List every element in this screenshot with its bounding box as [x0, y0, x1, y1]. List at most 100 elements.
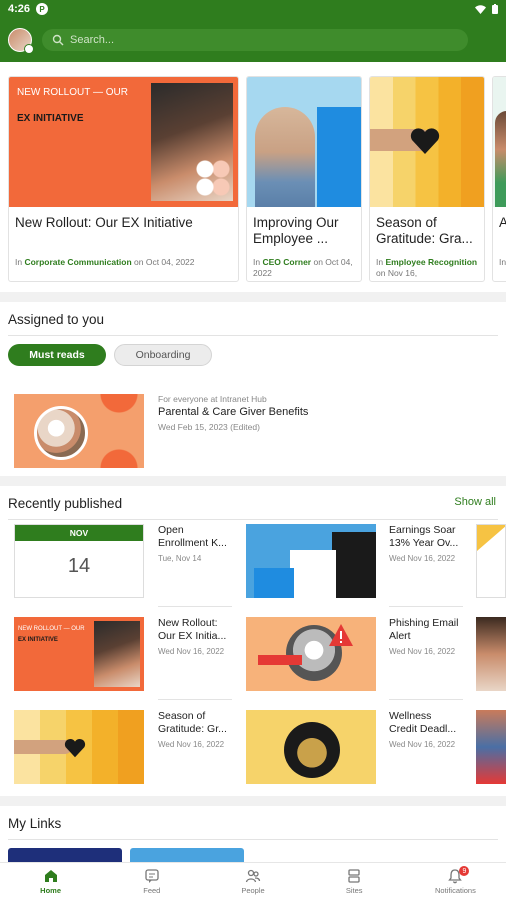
category-link[interactable]: CEO Corner [262, 257, 311, 267]
recent-item-thumbnail[interactable] [246, 524, 376, 598]
recent-item-title: Open Enrollment K... [158, 524, 227, 549]
status-bar: 4:26 P [0, 0, 506, 18]
featured-card-title: Season of Gratitude: Gra... [376, 215, 473, 246]
recent-item-text[interactable]: Wellness Credit Deadl... Wed Nov 16, 202… [389, 710, 461, 749]
recent-item-thumbnail[interactable] [246, 710, 376, 784]
featured-card-image [247, 77, 361, 207]
section-title: Assigned to you [8, 312, 105, 327]
featured-card[interactable]: NEW ROLLOUT — OUR EX INITIATIVE New Roll… [8, 76, 239, 282]
bottom-navigation: Home Feed People Sites 9 Notifications [0, 862, 506, 900]
recent-item-date: Wed Nov 16, 2022 [389, 554, 456, 563]
section-title: Recently published [8, 496, 123, 511]
chip-must-reads[interactable]: Must reads [8, 344, 106, 366]
recent-item-title: New Rollout: Our EX Initia... [158, 617, 227, 642]
divider [158, 699, 232, 700]
password-field-graphic [258, 655, 302, 665]
recent-item-thumbnail[interactable]: NEW ROLLOUT — OUR EX INITIATIVE [14, 617, 144, 691]
divider [389, 606, 463, 607]
my-links-section: My Links [0, 806, 506, 862]
calendar-month: NOV [15, 525, 143, 541]
section-title: My Links [8, 816, 62, 831]
meta-prefix: In [499, 257, 506, 267]
divider [389, 699, 463, 700]
warning-icon [329, 624, 353, 646]
link-card[interactable] [130, 848, 244, 862]
image-caption-line-1: NEW ROLLOUT — OUR [17, 87, 128, 98]
link-card[interactable] [8, 848, 122, 862]
recent-item-thumbnail[interactable] [476, 710, 506, 784]
calendar-day: 14 [67, 555, 91, 577]
blue-block [317, 107, 361, 207]
nav-label: Feed [143, 886, 161, 895]
featured-card-title: Improving Our Employee ... [253, 215, 339, 246]
featured-card-meta: In [493, 253, 506, 268]
photo-person [495, 111, 506, 207]
featured-card-title: A M [493, 207, 506, 253]
recent-item-thumbnail[interactable] [14, 710, 144, 784]
wifi-icon [475, 4, 486, 14]
heart-icon [64, 738, 86, 758]
featured-card-meta: In Employee Recognition on Nov 16, [370, 253, 484, 279]
app-header: Search... [0, 18, 506, 62]
image-caption-line-2: EX INITIATIVE [17, 113, 84, 124]
assigned-item-date: Wed Feb 15, 2023 (Edited) [158, 422, 260, 432]
recently-published-section: Recently published Show all NOV 14 Open … [0, 486, 506, 796]
recent-item-date: Tue, Nov 14 [158, 554, 202, 563]
recent-item-text[interactable]: Open Enrollment K... Tue, Nov 14 [158, 524, 230, 563]
photo-coin-hand [284, 722, 340, 778]
search-input[interactable]: Search... [42, 29, 468, 51]
recent-item-title: Season of Gratitude: Gr... [158, 710, 227, 735]
recent-item-thumbnail[interactable] [246, 617, 376, 691]
user-avatar[interactable] [8, 28, 34, 54]
recent-item-title: Wellness Credit Deadl... [389, 710, 457, 735]
decor-orange-shapes [94, 394, 144, 468]
feed-icon [145, 869, 159, 883]
photo-woman-laughing [94, 621, 140, 687]
chip-onboarding[interactable]: Onboarding [114, 344, 212, 366]
recent-item-text[interactable]: New Rollout: Our EX Initia... Wed Nov 16… [158, 617, 230, 656]
assigned-item-text[interactable]: For everyone at Intranet Hub Parental & … [158, 394, 308, 432]
nav-home[interactable]: Home [0, 863, 101, 900]
featured-carousel[interactable]: NEW ROLLOUT — OUR EX INITIATIVE New Roll… [0, 62, 506, 292]
recent-item-title: Earnings Soar 13% Year Ov... [389, 524, 459, 549]
recent-item-date: Wed Nov 16, 2022 [389, 647, 456, 656]
assigned-item-title: Parental & Care Giver Benefits [158, 406, 309, 418]
category-link[interactable]: Employee Recognition [385, 257, 477, 267]
featured-card[interactable]: Season of Gratitude: Gra... In Employee … [369, 76, 485, 282]
nav-feed[interactable]: Feed [101, 863, 202, 900]
divider [8, 519, 498, 520]
featured-card-image [493, 77, 506, 207]
meta-suffix: on Nov 16, [376, 268, 418, 278]
thumb-caption-line-2: EX INITIATIVE [18, 637, 58, 643]
battery-icon [492, 4, 498, 14]
divider [158, 606, 232, 607]
recent-item-title: Phishing Email Alert [389, 617, 459, 642]
nav-notifications[interactable]: 9 Notifications [405, 863, 506, 900]
status-app-badge: P [36, 3, 49, 15]
recent-item-text[interactable]: Phishing Email Alert Wed Nov 16, 2022 [389, 617, 461, 656]
show-all-link[interactable]: Show all [454, 496, 496, 508]
nav-sites[interactable]: Sites [304, 863, 405, 900]
recent-item-thumbnail[interactable] [476, 524, 506, 598]
recent-item-text[interactable]: Season of Gratitude: Gr... Wed Nov 16, 2… [158, 710, 230, 749]
decor-white-block [290, 550, 336, 598]
recent-item-text[interactable]: Earnings Soar 13% Year Ov... Wed Nov 16,… [389, 524, 461, 563]
decor-blue-block [254, 568, 294, 598]
featured-card-title: New Rollout: Our EX Initiative [15, 215, 193, 230]
nav-label: Notifications [434, 886, 476, 895]
calendar-thumbnail[interactable]: NOV 14 [14, 524, 144, 598]
assigned-item-image[interactable] [14, 394, 144, 468]
assigned-section: Assigned to you Must reads Onboarding Fo… [0, 302, 506, 476]
recent-item-date: Wed Nov 16, 2022 [158, 740, 225, 749]
featured-card[interactable]: A M In [492, 76, 506, 282]
meta-suffix: on Oct 04, 2022 [131, 257, 195, 267]
recent-item-thumbnail[interactable] [476, 617, 506, 691]
thumb-caption-line-1: NEW ROLLOUT — OUR [18, 626, 85, 632]
category-link[interactable]: Corporate Communication [24, 257, 131, 267]
search-placeholder: Search... [70, 34, 115, 46]
recent-item-date: Wed Nov 16, 2022 [158, 647, 225, 656]
search-icon [52, 34, 64, 46]
nav-people[interactable]: People [202, 863, 303, 900]
featured-card-meta: In Corporate Communication on Oct 04, 20… [9, 253, 238, 268]
featured-card[interactable]: Improving Our Employee ... In CEO Corner… [246, 76, 362, 282]
